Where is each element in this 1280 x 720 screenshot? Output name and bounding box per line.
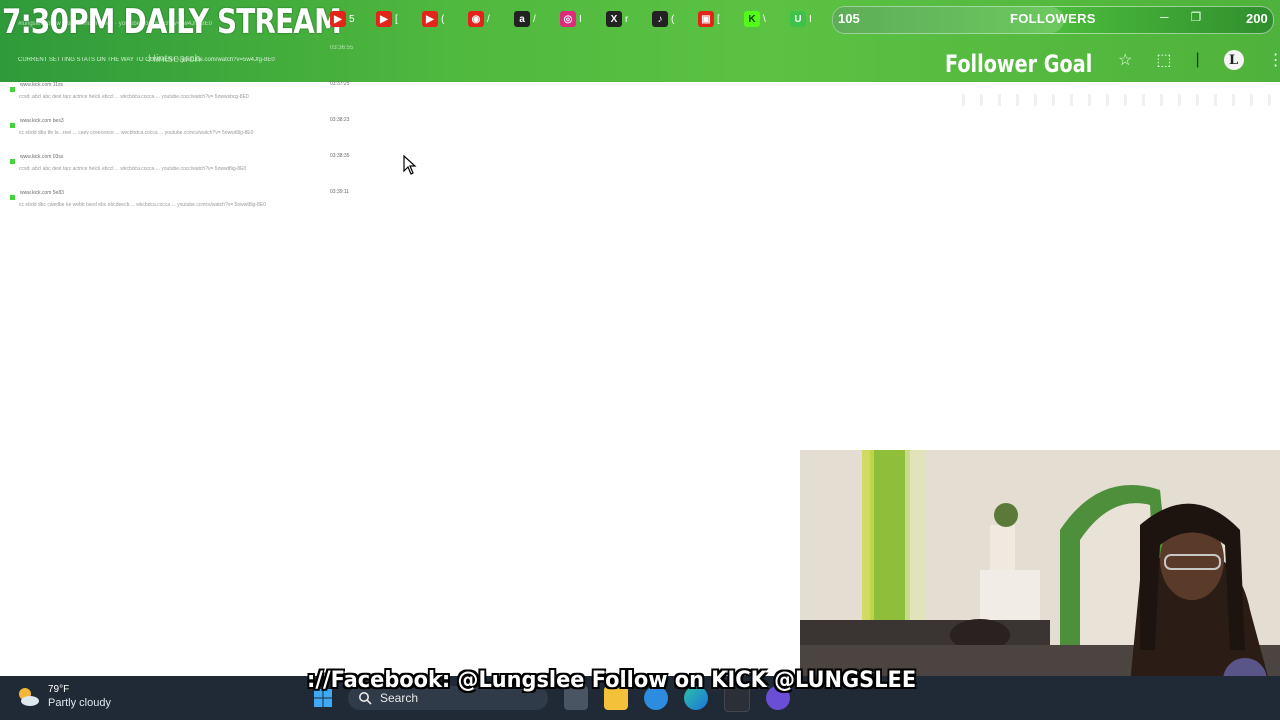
- browser-tab[interactable]: ♪(: [652, 8, 692, 30]
- weather-temperature: 79°F: [48, 684, 70, 695]
- chat-row: www.kick.com 03ss 03:38:35 ccsd: abcl abc …: [8, 152, 368, 188]
- browser-tab[interactable]: K \: [744, 8, 784, 30]
- tab-title: I: [579, 13, 582, 25]
- chat-row: www.kick.com 5e83 03:39:11 cc ebdd dbc cwe…: [8, 188, 368, 224]
- chat-username: www.kick.com 11ss: [20, 82, 63, 88]
- chat-message: cc ebdd dbu tfe Ie...reel ... ceev cceec…: [19, 130, 254, 136]
- chat-message: cc ebdd dbc cwedbe ke webb bsed ebc ebcd…: [19, 202, 266, 208]
- browser-tab-strip: ▶ 5 ▶[▶(◉ / a / ◎ I Xr ♪(▣[K \ U I: [330, 8, 830, 30]
- youtube-icon: ▶: [376, 11, 392, 27]
- chat-username: www.kick.com 03ss: [20, 154, 64, 160]
- chat-timestamp: 03:37:25: [330, 81, 350, 87]
- webcam-image: [800, 450, 1280, 684]
- chat-username: www.kick.com 5e83: [20, 190, 64, 196]
- tab-title: (: [441, 13, 445, 25]
- faint-right-text: [962, 94, 1272, 106]
- follower-current-count: 105: [838, 11, 860, 26]
- follower-goal-title: Follower Goal: [945, 50, 1093, 78]
- tab-title: 5: [349, 13, 355, 25]
- x-icon: X: [606, 11, 622, 27]
- search-icon: [359, 692, 372, 705]
- kick-icon: K: [744, 11, 760, 27]
- follower-goal-target: 200: [1246, 11, 1268, 26]
- weather-widget[interactable]: 79°F Partly cloudy: [16, 684, 111, 710]
- partly-cloudy-icon: [19, 688, 39, 706]
- browser-tab[interactable]: Xr: [606, 8, 646, 30]
- browser-tab[interactable]: ▣[: [698, 8, 738, 30]
- broadcast-icon: ◉: [468, 11, 484, 27]
- browser-tab[interactable]: a /: [514, 8, 554, 30]
- tab-title: r: [625, 13, 629, 25]
- divider-icon: |: [1195, 51, 1200, 68]
- kick-badge-icon: [10, 195, 15, 200]
- browser-tab[interactable]: UI: [790, 8, 830, 30]
- faint-url: CURRENT SETTING STATS ON THE WAY TO COMM…: [18, 57, 275, 63]
- chat-list: www.kick.com 11ss 03:37:25 ccsd: abcl abc …: [8, 80, 368, 224]
- bookmark-star-icon[interactable]: ☆: [1118, 50, 1132, 70]
- tab-title: (: [671, 13, 675, 25]
- tab-title: /: [487, 13, 490, 25]
- youtube-icon: ▶: [422, 11, 438, 27]
- profile-avatar-icon[interactable]: L: [1223, 50, 1244, 70]
- mouse-cursor-icon: [403, 155, 417, 175]
- browser-tab[interactable]: ◎ I: [560, 8, 600, 30]
- tab-title: [: [717, 13, 720, 25]
- kick-badge-icon: [10, 87, 15, 92]
- chat-timestamp: 03:39:11: [330, 189, 350, 195]
- browser-tab[interactable]: ◉ /: [468, 8, 508, 30]
- kick-badge-icon: [10, 159, 15, 164]
- chat-timestamp: 03:38:23: [330, 117, 350, 123]
- tab-title: \: [763, 13, 766, 25]
- browser-tab[interactable]: ▶ 5: [330, 8, 370, 30]
- webcam-feed: [800, 450, 1280, 684]
- window-controls: ─ ❐: [1160, 10, 1201, 24]
- chat-message: ccsd: abcl abc dest tarc actrice heick e…: [19, 94, 249, 100]
- stream-title: 7:30PM DAILY STREAM: [2, 2, 342, 42]
- tab-title: /: [533, 13, 536, 25]
- weather-condition: Partly cloudy: [48, 697, 111, 709]
- browser-tab[interactable]: ▶[: [376, 8, 416, 30]
- menu-kebab-icon[interactable]: ⋮: [1268, 50, 1280, 70]
- taskbar-search-label: Search: [380, 691, 419, 705]
- chat-row: www.kick.com bes3 03:38:23 cc ebdd dbu tfe…: [8, 116, 368, 152]
- tab-title: I: [809, 13, 812, 25]
- extensions-icon[interactable]: ⬚: [1156, 50, 1171, 70]
- chat-message: ccsd: abcl abc dest tarc actrice heick e…: [19, 166, 247, 172]
- restore-icon[interactable]: ❐: [1191, 10, 1202, 24]
- faint-timestamp: 03:36:55: [330, 45, 354, 51]
- chat-timestamp: 03:38:35: [330, 153, 350, 159]
- tab-title: [: [395, 13, 398, 25]
- kick-badge-icon: [10, 123, 15, 128]
- amazon-icon: a: [514, 11, 530, 27]
- instagram-icon: ◎: [560, 11, 576, 27]
- studio-icon: ▣: [698, 11, 714, 27]
- u-icon: U: [790, 11, 806, 27]
- youtube-icon: ▶: [330, 11, 346, 27]
- social-ticker: ://Facebook: @Lungslee Follow on KICK @L…: [307, 668, 917, 693]
- tiktok-icon: ♪: [652, 11, 668, 27]
- minimize-icon[interactable]: ─: [1160, 10, 1169, 24]
- browser-tab[interactable]: ▶(: [422, 8, 462, 30]
- chat-row: www.kick.com 11ss 03:37:25 ccsd: abcl abc …: [8, 80, 368, 116]
- followers-label: FOLLOWERS: [1010, 11, 1096, 26]
- chat-username: www.kick.com bes3: [20, 118, 64, 124]
- browser-toolbar-icons: ☆ ⬚ | L ⋮: [1118, 50, 1280, 70]
